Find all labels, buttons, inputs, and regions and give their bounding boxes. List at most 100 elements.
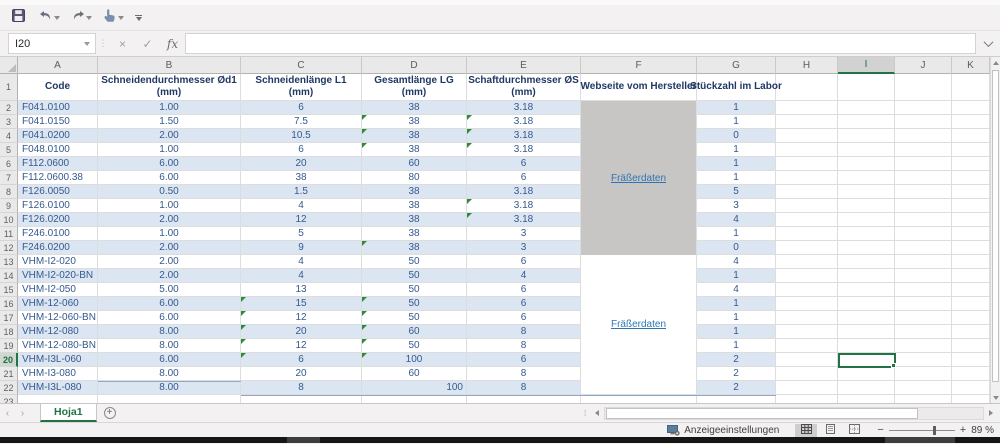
cell-B1[interactable]: Schneidendurchmesser Ød1(mm) — [98, 74, 241, 101]
cell-I17[interactable] — [838, 311, 895, 325]
cell-G1[interactable]: Stückzahl im Labor — [697, 74, 776, 101]
cell-A16[interactable]: VHM-12-060 — [18, 297, 98, 311]
cell-G23[interactable] — [697, 395, 776, 403]
cell-E1[interactable]: Schaftdurchmesser ØS(mm) — [467, 74, 581, 101]
cell-J13[interactable] — [895, 255, 952, 269]
cell-K20[interactable] — [952, 353, 990, 367]
cell-K6[interactable] — [952, 157, 990, 171]
cell-C17[interactable]: 12 — [241, 311, 362, 325]
cell-E14[interactable]: 4 — [467, 269, 581, 283]
cell-G13[interactable]: 4 — [697, 255, 776, 269]
horizontal-scrollbar-track[interactable] — [604, 407, 984, 420]
cell-C4[interactable]: 10.5 — [241, 129, 362, 143]
cell-G11[interactable]: 1 — [697, 227, 776, 241]
scroll-left-button[interactable] — [590, 410, 604, 416]
cell-H4[interactable] — [776, 129, 838, 143]
cell-J20[interactable] — [895, 353, 952, 367]
cell-B17[interactable]: 6.00 — [98, 311, 241, 325]
cell-A18[interactable]: VHM-12-080 — [18, 325, 98, 339]
vertical-scrollbar[interactable] — [990, 57, 1000, 403]
cell-I6[interactable] — [838, 157, 895, 171]
cell-H10[interactable] — [776, 213, 838, 227]
cell-E20[interactable]: 6 — [467, 353, 581, 367]
cell-I22[interactable] — [838, 381, 895, 395]
cell-E16[interactable]: 6 — [467, 297, 581, 311]
column-header-D[interactable]: D — [362, 57, 467, 74]
cell-J6[interactable] — [895, 157, 952, 171]
cell-C12[interactable]: 9 — [241, 241, 362, 255]
cell-H2[interactable] — [776, 101, 838, 115]
row-header-1[interactable]: 1 — [0, 74, 18, 101]
cell-H7[interactable] — [776, 171, 838, 185]
cell-K23[interactable] — [952, 395, 990, 403]
cell-B18[interactable]: 8.00 — [98, 325, 241, 339]
cell-I18[interactable] — [838, 325, 895, 339]
formula-input[interactable] — [185, 33, 976, 54]
cell-D3[interactable]: 38 — [362, 115, 467, 129]
row-header-3[interactable]: 3 — [0, 115, 18, 129]
cell-I23[interactable] — [838, 395, 895, 403]
cell-C16[interactable]: 15 — [241, 297, 362, 311]
horizontal-scrollbar[interactable]: ⁞ — [584, 405, 998, 421]
zoom-slider-thumb[interactable] — [933, 426, 936, 435]
cell-A12[interactable]: F246.0200 — [18, 241, 98, 255]
column-header-I[interactable]: I — [838, 57, 895, 74]
cell-G19[interactable]: 1 — [697, 339, 776, 353]
cell-G17[interactable]: 1 — [697, 311, 776, 325]
cell-D15[interactable]: 50 — [362, 283, 467, 297]
cell-B9[interactable]: 1.00 — [98, 199, 241, 213]
enter-button[interactable]: ✓ — [135, 31, 160, 56]
cell-E8[interactable]: 3.18 — [467, 185, 581, 199]
cell-D11[interactable]: 38 — [362, 227, 467, 241]
cell-D23[interactable] — [362, 395, 467, 403]
hyperlink-fraeserdaten-2[interactable]: Fräßerdaten — [611, 319, 666, 330]
cell-H20[interactable] — [776, 353, 838, 367]
cell-B4[interactable]: 2.00 — [98, 129, 241, 143]
cell-B14[interactable]: 2.00 — [98, 269, 241, 283]
cell-C8[interactable]: 1.5 — [241, 185, 362, 199]
cell-B19[interactable]: 8.00 — [98, 339, 241, 353]
cell-I1[interactable] — [838, 74, 895, 101]
cell-A17[interactable]: VHM-12-060-BN — [18, 311, 98, 325]
cell-E21[interactable]: 8 — [467, 367, 581, 381]
cell-G14[interactable]: 1 — [697, 269, 776, 283]
cell-A4[interactable]: F041.0200 — [18, 129, 98, 143]
cell-H16[interactable] — [776, 297, 838, 311]
cell-G18[interactable]: 1 — [697, 325, 776, 339]
cell-A9[interactable]: F126.0100 — [18, 199, 98, 213]
cell-D2[interactable]: 38 — [362, 101, 467, 115]
cell-C14[interactable]: 4 — [241, 269, 362, 283]
cell-D19[interactable]: 50 — [362, 339, 467, 353]
cell-K18[interactable] — [952, 325, 990, 339]
cell-J8[interactable] — [895, 185, 952, 199]
cell-K4[interactable] — [952, 129, 990, 143]
undo-dropdown-icon[interactable] — [54, 16, 60, 20]
cell-B8[interactable]: 0.50 — [98, 185, 241, 199]
cell-G3[interactable]: 1 — [697, 115, 776, 129]
cell-H12[interactable] — [776, 241, 838, 255]
cell-C13[interactable]: 4 — [241, 255, 362, 269]
cell-A7[interactable]: F112.0600.38 — [18, 171, 98, 185]
active-cell-I20[interactable] — [838, 353, 896, 368]
cell-I5[interactable] — [838, 143, 895, 157]
column-header-B[interactable]: B — [98, 57, 241, 74]
cell-J3[interactable] — [895, 115, 952, 129]
redo-button[interactable] — [67, 7, 99, 29]
cell-H6[interactable] — [776, 157, 838, 171]
cell-I21[interactable] — [838, 367, 895, 381]
cell-E11[interactable]: 3 — [467, 227, 581, 241]
cell-E23[interactable] — [467, 395, 581, 403]
cell-J7[interactable] — [895, 171, 952, 185]
cell-A6[interactable]: F112.0600 — [18, 157, 98, 171]
touch-mode-dropdown-icon[interactable] — [118, 16, 124, 20]
cell-G12[interactable]: 0 — [697, 241, 776, 255]
zoom-in-icon[interactable]: + — [960, 424, 966, 436]
cell-A15[interactable]: VHM-I2-050 — [18, 283, 98, 297]
cell-H23[interactable] — [776, 395, 838, 403]
cell-C3[interactable]: 7.5 — [241, 115, 362, 129]
cell-B22[interactable]: 8.00 — [98, 381, 241, 395]
cell-I8[interactable] — [838, 185, 895, 199]
cell-B20[interactable]: 6.00 — [98, 353, 241, 367]
cell-H17[interactable] — [776, 311, 838, 325]
cell-E9[interactable]: 3.18 — [467, 199, 581, 213]
